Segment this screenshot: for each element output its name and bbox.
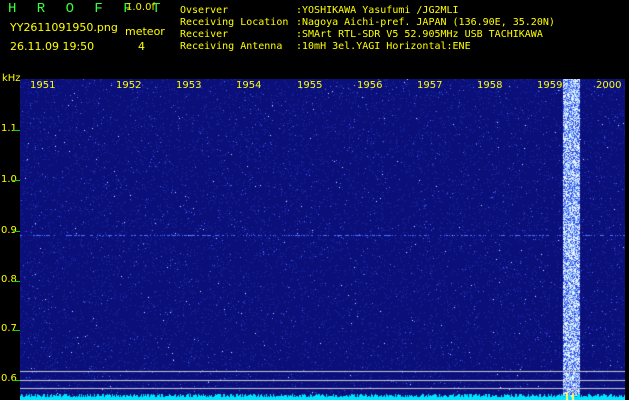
time-label: 1956 (357, 80, 383, 91)
y-tick-mark (13, 380, 20, 381)
info-value-location: :Nagoya Aichi-pref. JAPAN (136.90E, 35.2… (296, 17, 555, 28)
file-name: YY2611091950.png (10, 21, 118, 34)
time-label: 2000 (596, 80, 622, 91)
version-label: 1.0.0f (126, 2, 155, 13)
y-tick-mark (13, 180, 20, 181)
y-tick-label: 0.6 (1, 373, 17, 384)
info-key-observer: Ovserver (180, 5, 229, 16)
info-value-antenna: :10mH 3el.YAGI Horizontal:ENE (296, 41, 471, 52)
y-axis-unit: kHz (2, 73, 21, 84)
y-tick-label: 0.8 (1, 274, 17, 285)
y-tick-mark (13, 130, 20, 131)
date-time: 26.11.09 19:50 (10, 40, 95, 53)
y-tick-mark (13, 231, 20, 232)
time-label: 1953 (176, 80, 202, 91)
y-tick-label: 0.7 (1, 323, 17, 334)
time-label: 1955 (297, 80, 323, 91)
info-key-receiver: Receiver (180, 29, 229, 40)
meteor-count-value: 4 (138, 40, 145, 53)
time-label: 1952 (116, 80, 142, 91)
meteor-count-label: meteor (125, 25, 165, 38)
y-tick-mark (13, 330, 20, 331)
info-key-location: Receiving Location (180, 17, 289, 28)
info-value-receiver: :SMArt RTL-SDR V5 52.905MHz USB TACHIKAW… (296, 29, 543, 40)
time-label: 1957 (417, 80, 443, 91)
info-key-antenna: Receiving Antenna (180, 41, 283, 52)
time-label: 1958 (477, 80, 503, 91)
time-label: 1959 (537, 80, 563, 91)
info-value-observer: :YOSHIKAWA Yasufumi /JG2MLI (296, 5, 459, 16)
time-label: 1954 (236, 80, 262, 91)
y-tick-mark (13, 281, 20, 282)
time-label: 1951 (30, 80, 56, 91)
spectrogram-canvas (20, 79, 625, 400)
y-tick-label: 1.1 (1, 123, 17, 134)
